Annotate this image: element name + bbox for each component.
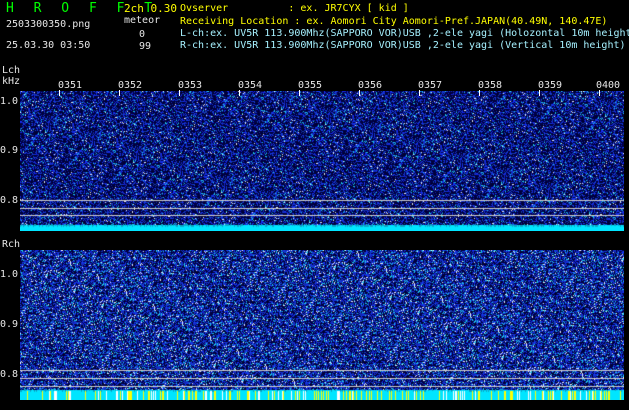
lch-label: Lch	[2, 65, 21, 76]
time-tick-0354: 0354	[238, 80, 263, 91]
rch-freq-tick-1.0: 1.0	[0, 269, 19, 280]
meteor-percent: 99	[139, 41, 152, 52]
time-tick-0359: 0359	[538, 80, 563, 91]
rch-freq-tick-0.9: 0.9	[0, 319, 19, 330]
time-tick-mark	[479, 90, 480, 96]
rch-spectrogram	[20, 250, 624, 400]
rch-info: R-ch:ex. UV5R 113.900Mhz(SAPPORO VOR)USB…	[180, 40, 626, 51]
khz-label: kHz	[2, 76, 21, 87]
time-tick-mark	[59, 90, 60, 96]
lch-freq-tick-0.8: 0.8	[0, 195, 19, 206]
time-tick-mark	[419, 90, 420, 96]
time-tick-0356: 0356	[358, 80, 383, 91]
lch-spectrogram	[20, 91, 624, 231]
version-label: 2ch 0.30	[124, 2, 177, 15]
time-tick-0355: 0355	[298, 80, 323, 91]
time-tick-0357: 0357	[418, 80, 443, 91]
meteor-label: meteor	[124, 15, 161, 26]
time-tick-mark	[599, 90, 600, 96]
lch-info: L-ch:ex. UV5R 113.900Mhz(SAPPORO VOR)USB…	[180, 28, 629, 39]
time-tick-0358: 0358	[478, 80, 503, 91]
lch-freq-tick-0.9: 0.9	[0, 145, 19, 156]
time-tick-0351: 0351	[58, 80, 83, 91]
time-tick-0353: 0353	[178, 80, 203, 91]
observer-info: Ovserver : ex. JR7CYX [ kid ]	[180, 3, 409, 14]
rch-spectrogram-canvas	[20, 250, 624, 400]
time-tick-mark	[299, 90, 300, 96]
time-tick-0352: 0352	[118, 80, 143, 91]
meteor-count: 0	[139, 29, 146, 40]
location-info: Receiving Location : ex. Aomori City Aom…	[180, 16, 608, 27]
lch-spectrogram-canvas	[20, 91, 624, 231]
time-tick-mark	[119, 90, 120, 96]
lch-freq-tick-1.0: 1.0	[0, 96, 19, 107]
time-tick-mark	[239, 90, 240, 96]
datetime: 25.03.30 03:50	[6, 40, 91, 51]
time-tick-mark	[359, 90, 360, 96]
rch-label: Rch	[2, 239, 21, 250]
time-tick-mark	[179, 90, 180, 96]
time-tick-mark	[539, 90, 540, 96]
rch-freq-tick-0.8: 0.8	[0, 369, 19, 380]
file-name: 2503300350.png	[6, 19, 91, 30]
